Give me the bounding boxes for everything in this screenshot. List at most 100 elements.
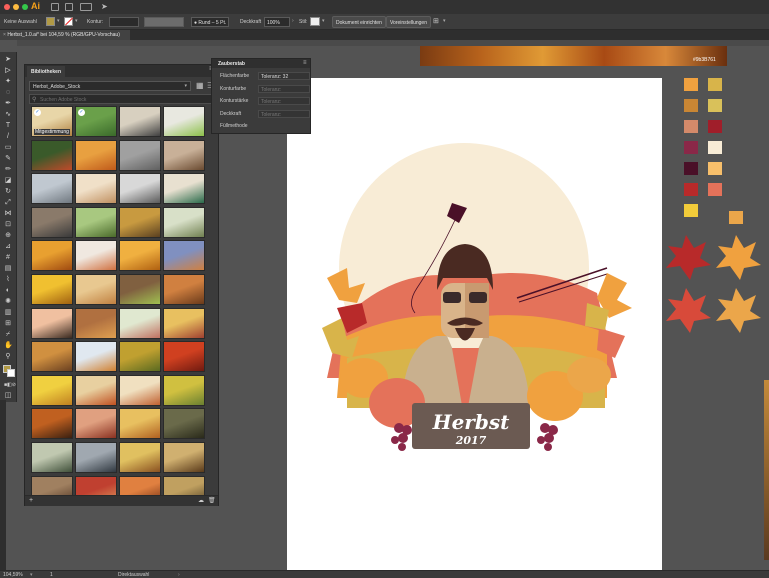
direct-selection-tool-icon[interactable]: ▷: [4, 67, 12, 74]
stock-thumbnail[interactable]: [31, 475, 73, 496]
variable-width-profile[interactable]: [144, 17, 184, 27]
stock-thumbnail[interactable]: [75, 408, 117, 440]
stock-thumbnail[interactable]: [75, 475, 117, 496]
artboard[interactable]: Herbst 2017: [287, 78, 662, 573]
stock-thumbnail[interactable]: [75, 341, 117, 373]
width-tool-icon[interactable]: ⋈: [4, 210, 12, 217]
chevron-down-icon[interactable]: ▾: [30, 572, 33, 578]
color-mode-icons[interactable]: ■◧⊘: [4, 382, 16, 389]
stock-thumbnail[interactable]: [31, 374, 73, 406]
stock-thumbnail[interactable]: [119, 106, 161, 137]
slice-tool-icon[interactable]: ⌿: [4, 331, 12, 338]
stock-thumbnail[interactable]: [163, 475, 205, 496]
stock-thumbnail[interactable]: [75, 442, 117, 473]
tolerance-input[interactable]: Toleranz:: [258, 109, 310, 118]
stroke-color-swatch[interactable]: [64, 17, 73, 26]
stock-thumbnail[interactable]: [75, 374, 117, 406]
stock-thumbnail[interactable]: [163, 307, 205, 339]
stock-thumbnail[interactable]: [75, 206, 117, 238]
scale-tool-icon[interactable]: ⤢: [4, 199, 12, 206]
add-content-icon[interactable]: +: [29, 497, 33, 504]
chevron-down-icon[interactable]: ▾: [57, 18, 60, 24]
maximize-window-button[interactable]: [22, 4, 28, 10]
line-tool-icon[interactable]: /: [4, 133, 12, 140]
color-swatch[interactable]: [708, 78, 722, 91]
color-swatch[interactable]: [729, 211, 743, 224]
artboard-tool-icon[interactable]: ⊞: [4, 320, 12, 327]
stock-thumbnail[interactable]: [75, 139, 117, 171]
stock-thumbnail[interactable]: [119, 173, 161, 205]
stock-thumbnail[interactable]: [31, 307, 73, 339]
gradient-tool-icon[interactable]: ▤: [4, 265, 12, 272]
stock-thumbnail[interactable]: [31, 341, 73, 373]
column-graph-tool-icon[interactable]: ▥: [4, 309, 12, 316]
arrange-documents-icon[interactable]: [80, 3, 92, 11]
lasso-tool-icon[interactable]: ◌: [4, 89, 12, 96]
color-swatch[interactable]: [684, 78, 698, 91]
tolerance-input[interactable]: Toleranz:: [258, 84, 310, 93]
stock-search-input[interactable]: ⚲ Suchen Adobe Stock: [29, 94, 212, 104]
stock-thumbnail[interactable]: [119, 240, 161, 272]
grid-view-icon[interactable]: ▦: [196, 81, 204, 90]
stock-thumbnail[interactable]: [119, 206, 161, 238]
stock-thumbnail[interactable]: [31, 206, 73, 238]
magic-wand-tool-icon[interactable]: ✦: [4, 78, 12, 85]
free-transform-tool-icon[interactable]: ⊡: [4, 221, 12, 228]
zoom-level[interactable]: 104,59%: [3, 572, 23, 578]
selection-tool-icon[interactable]: ➤: [4, 56, 12, 63]
tolerance-input[interactable]: Toleranz: 32: [258, 72, 310, 80]
blend-tool-icon[interactable]: ◐: [4, 287, 12, 294]
artboard-number[interactable]: 1: [50, 572, 53, 578]
drawing-mode-icon[interactable]: ◫: [4, 392, 12, 399]
stock-thumbnail[interactable]: [163, 341, 205, 373]
stock-thumbnail[interactable]: [163, 408, 205, 440]
stock-thumbnail[interactable]: [163, 442, 205, 473]
document-setup-button[interactable]: Dokument einrichten: [332, 16, 386, 28]
stock-thumbnail[interactable]: [163, 106, 205, 137]
chevron-down-icon[interactable]: ▾: [75, 18, 78, 24]
stock-thumbnail[interactable]: [163, 206, 205, 238]
paintbrush-tool-icon[interactable]: ✎: [4, 155, 12, 162]
stock-thumbnail[interactable]: [75, 274, 117, 305]
stock-thumbnail[interactable]: [119, 307, 161, 339]
chevron-down-icon[interactable]: ▾: [322, 18, 325, 24]
chevron-down-icon[interactable]: ▾: [443, 18, 446, 24]
document-tab[interactable]: × Herbst_1.0.ai* bei 104,59 % (RGB/GPU-V…: [0, 30, 130, 40]
stock-thumbnail[interactable]: [75, 173, 117, 205]
minimize-window-button[interactable]: [13, 4, 19, 10]
mesh-tool-icon[interactable]: #: [4, 254, 12, 261]
color-swatch[interactable]: [684, 99, 698, 112]
stock-thumbnail[interactable]: [163, 240, 205, 272]
symbol-sprayer-tool-icon[interactable]: ✺: [4, 298, 12, 305]
stock-thumbnail[interactable]: [31, 173, 73, 205]
stroke-weight-input[interactable]: [109, 17, 139, 27]
color-swatch[interactable]: [708, 120, 722, 133]
stock-thumbnail[interactable]: [119, 374, 161, 406]
library-select[interactable]: Herbst_Adobe_Stock ▾: [29, 81, 191, 91]
stock-thumbnail[interactable]: [75, 240, 117, 272]
color-swatch[interactable]: [684, 120, 698, 133]
panel-menu-icon[interactable]: ≡: [303, 60, 307, 66]
stock-thumbnail[interactable]: [119, 475, 161, 496]
zoom-tool-icon[interactable]: ⚲: [4, 353, 12, 360]
bridge-icon[interactable]: [51, 3, 59, 11]
align-icon[interactable]: ⊞: [433, 17, 439, 25]
stock-icon[interactable]: [65, 3, 73, 11]
color-swatch[interactable]: [684, 204, 698, 217]
stock-thumbnail[interactable]: [31, 139, 73, 171]
stroke-color-indicator[interactable]: [7, 369, 15, 377]
tab-libraries[interactable]: Bibliotheken: [27, 66, 66, 77]
hand-tool-icon[interactable]: ✋: [4, 342, 13, 349]
stock-thumbnail[interactable]: [163, 139, 205, 171]
pencil-tool-icon[interactable]: ✏: [4, 166, 12, 173]
preferences-button[interactable]: Voreinstellungen: [386, 16, 431, 28]
color-swatch[interactable]: [708, 141, 722, 154]
stock-thumbnail[interactable]: [119, 139, 161, 171]
stock-thumbnail[interactable]: [31, 408, 73, 440]
rectangle-tool-icon[interactable]: ▭: [4, 144, 12, 151]
close-window-button[interactable]: [4, 4, 10, 10]
curvature-tool-icon[interactable]: ∿: [4, 111, 12, 118]
stock-thumbnail[interactable]: [119, 274, 161, 305]
fill-color-swatch[interactable]: [46, 17, 55, 26]
rotate-tool-icon[interactable]: ↻: [4, 188, 12, 195]
